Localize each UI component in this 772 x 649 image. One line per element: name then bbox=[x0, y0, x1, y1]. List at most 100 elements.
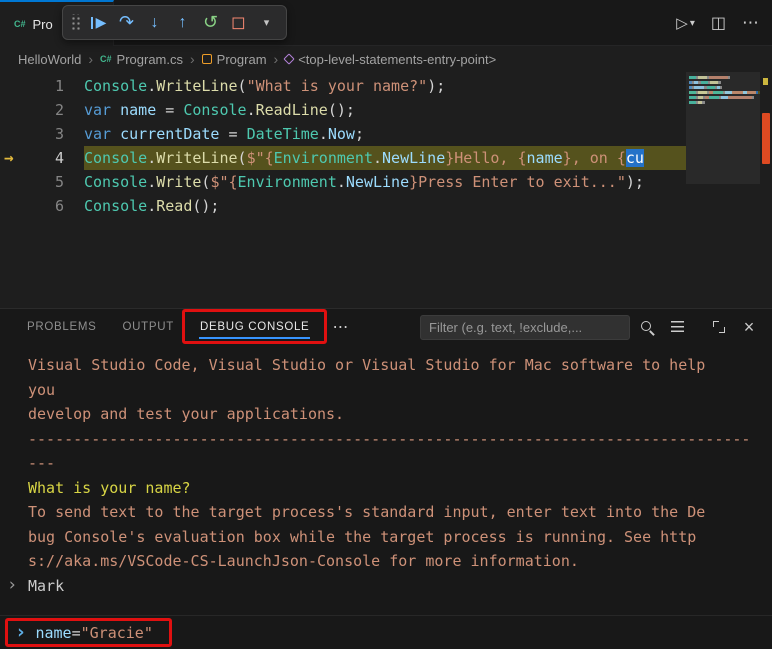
breadcrumb-label: HelloWorld bbox=[18, 52, 81, 67]
console-text: --- bbox=[28, 454, 55, 472]
gutter-glyph-margin bbox=[0, 74, 30, 98]
line-number: 2 bbox=[30, 98, 64, 122]
stop-button[interactable]: ◻ bbox=[226, 10, 251, 36]
breadcrumb-item[interactable]: C# Program.cs bbox=[100, 52, 183, 67]
console-text: What is your name? bbox=[28, 479, 191, 497]
code-line[interactable]: 1 Console.WriteLine("What is your name?")… bbox=[0, 74, 686, 98]
tab-label: PROBLEMS bbox=[27, 321, 97, 333]
gutter-glyph-margin: → bbox=[0, 146, 30, 170]
chevron-down-icon: ▾ bbox=[690, 18, 695, 29]
expand-chevron-icon[interactable]: › bbox=[7, 573, 17, 598]
title-bar: C# Pro ▶↷↓↑↺◻▾ ▷▾ ◫ ⋯ bbox=[0, 0, 772, 46]
close-panel-button[interactable]: × bbox=[736, 314, 762, 340]
console-text: you bbox=[28, 381, 55, 399]
code-text: Console.WriteLine($"{Environment.NewLine… bbox=[84, 146, 686, 170]
code-text: Console.WriteLine("What is your name?"); bbox=[84, 74, 686, 98]
minimap-line bbox=[689, 76, 760, 79]
breadcrumb-item[interactable]: Program bbox=[202, 52, 267, 67]
close-icon: × bbox=[744, 318, 755, 336]
tab-label: OUTPUT bbox=[123, 321, 174, 333]
play-icon: ▷ bbox=[676, 14, 688, 32]
maximize-panel-button[interactable] bbox=[706, 314, 732, 340]
restart-button[interactable]: ↺ bbox=[198, 10, 223, 36]
line-number: 1 bbox=[30, 74, 64, 98]
tab-debug-console[interactable]: DEBUG CONSOLE bbox=[187, 309, 322, 345]
maximize-panel-icon bbox=[713, 321, 725, 333]
step-out-button[interactable]: ↑ bbox=[170, 10, 195, 36]
tab-problems[interactable]: PROBLEMS bbox=[14, 309, 110, 345]
console-row: --- bbox=[28, 451, 772, 476]
debug-toolbar-more-button[interactable]: ▾ bbox=[254, 10, 279, 36]
code-line[interactable]: 3var currentDate = DateTime.Now; bbox=[0, 122, 686, 146]
debug-toolbar: ▶↷↓↑↺◻▾ bbox=[62, 5, 287, 40]
gutter-glyph-margin bbox=[0, 194, 30, 218]
minimap-line bbox=[689, 81, 760, 84]
line-number: 6 bbox=[30, 194, 64, 218]
find-button[interactable] bbox=[634, 314, 660, 340]
console-row: To send text to the target process's sta… bbox=[28, 500, 772, 525]
console-text: develop and test your applications. bbox=[28, 405, 344, 423]
console-row: bug Console's evaluation box while the t… bbox=[28, 525, 772, 550]
console-row: s://aka.ms/VSCode-CS-LaunchJson-Console … bbox=[28, 549, 772, 574]
step-into-button[interactable]: ↓ bbox=[142, 10, 167, 36]
code-text: var currentDate = DateTime.Now; bbox=[84, 122, 686, 146]
code-line[interactable]: 6Console.Read(); bbox=[0, 194, 686, 218]
breadcrumb-separator-icon: › bbox=[190, 51, 195, 67]
console-text: Visual Studio Code, Visual Studio or Vis… bbox=[28, 356, 705, 374]
debug-filter-input[interactable] bbox=[420, 315, 630, 340]
titlebar-actions: ▷▾ ◫ ⋯ bbox=[676, 0, 760, 46]
overview-ruler bbox=[760, 72, 772, 308]
more-actions-button[interactable]: ⋯ bbox=[742, 13, 760, 33]
console-text: s://aka.ms/VSCode-CS-LaunchJson-Console … bbox=[28, 552, 579, 570]
console-text: bug Console's evaluation box while the t… bbox=[28, 528, 696, 546]
breadcrumb-item[interactable]: <top-level-statements-entry-point> bbox=[285, 52, 496, 67]
console-row: ›Mark bbox=[28, 574, 772, 599]
run-or-debug-button[interactable]: ▷▾ bbox=[676, 14, 695, 32]
editor-lines: 1 Console.WriteLine("What is your name?")… bbox=[0, 72, 686, 308]
console-row: ----------------------------------------… bbox=[28, 427, 772, 452]
code-line[interactable]: 5Console.Write($"{Environment.NewLine}Pr… bbox=[0, 170, 686, 194]
drag-handle[interactable] bbox=[70, 14, 81, 32]
method-icon bbox=[284, 53, 295, 64]
chevron-right-icon: › bbox=[15, 623, 26, 642]
line-number: 5 bbox=[30, 170, 64, 194]
bottom-panel: PROBLEMS OUTPUT DEBUG CONSOLE ⋯ × Visual S… bbox=[0, 308, 772, 649]
minimap[interactable] bbox=[686, 72, 760, 308]
breadcrumb-label: <top-level-statements-entry-point> bbox=[298, 52, 496, 67]
collapse-all-icon bbox=[671, 321, 684, 333]
editor-tab-label: Pro bbox=[33, 17, 53, 32]
code-line[interactable]: →4Console.WriteLine($"{Environment.NewLi… bbox=[0, 146, 686, 170]
panel-overflow-button[interactable]: ⋯ bbox=[332, 317, 348, 337]
breadcrumb-separator-icon: › bbox=[274, 51, 279, 67]
breadcrumb-label: Program.cs bbox=[117, 52, 183, 67]
debug-console-input[interactable]: › name="Gracie" bbox=[5, 618, 172, 647]
step-over-button[interactable]: ↷ bbox=[114, 10, 139, 36]
code-line[interactable]: 2var name = Console.ReadLine(); bbox=[0, 98, 686, 122]
code-editor: 1 Console.WriteLine("What is your name?")… bbox=[0, 72, 772, 308]
search-icon bbox=[640, 320, 655, 335]
gutter-glyph-margin bbox=[0, 98, 30, 122]
csharp-file-icon: C# bbox=[14, 20, 26, 29]
minimap-line bbox=[689, 86, 760, 89]
continue-button[interactable]: ▶ bbox=[86, 10, 111, 36]
breadcrumb-item[interactable]: HelloWorld bbox=[18, 52, 81, 67]
debug-current-line-arrow-icon: → bbox=[4, 146, 14, 170]
console-row: you bbox=[28, 378, 772, 403]
collapse-all-button[interactable] bbox=[664, 314, 690, 340]
breadcrumb-separator-icon: › bbox=[88, 51, 93, 67]
tab-output[interactable]: OUTPUT bbox=[110, 309, 187, 345]
overview-ruler-current-line-mark bbox=[762, 113, 770, 164]
minimap-line bbox=[689, 101, 760, 104]
tab-label: DEBUG CONSOLE bbox=[200, 321, 309, 333]
minimap-line bbox=[689, 91, 760, 94]
console-row: Visual Studio Code, Visual Studio or Vis… bbox=[28, 353, 772, 378]
split-editor-button[interactable]: ◫ bbox=[711, 13, 726, 33]
gutter-glyph-margin bbox=[0, 122, 30, 146]
debug-console-input-text: name="Gracie" bbox=[35, 623, 152, 643]
csharp-file-icon: C# bbox=[100, 55, 112, 64]
panel-tabs: PROBLEMS OUTPUT DEBUG CONSOLE bbox=[14, 309, 322, 345]
breadcrumb: HelloWorld › C# Program.cs › Program › <top-lev… bbox=[0, 46, 772, 72]
class-icon bbox=[202, 54, 212, 64]
console-row: develop and test your applications. bbox=[28, 402, 772, 427]
breadcrumb-label: Program bbox=[217, 52, 267, 67]
